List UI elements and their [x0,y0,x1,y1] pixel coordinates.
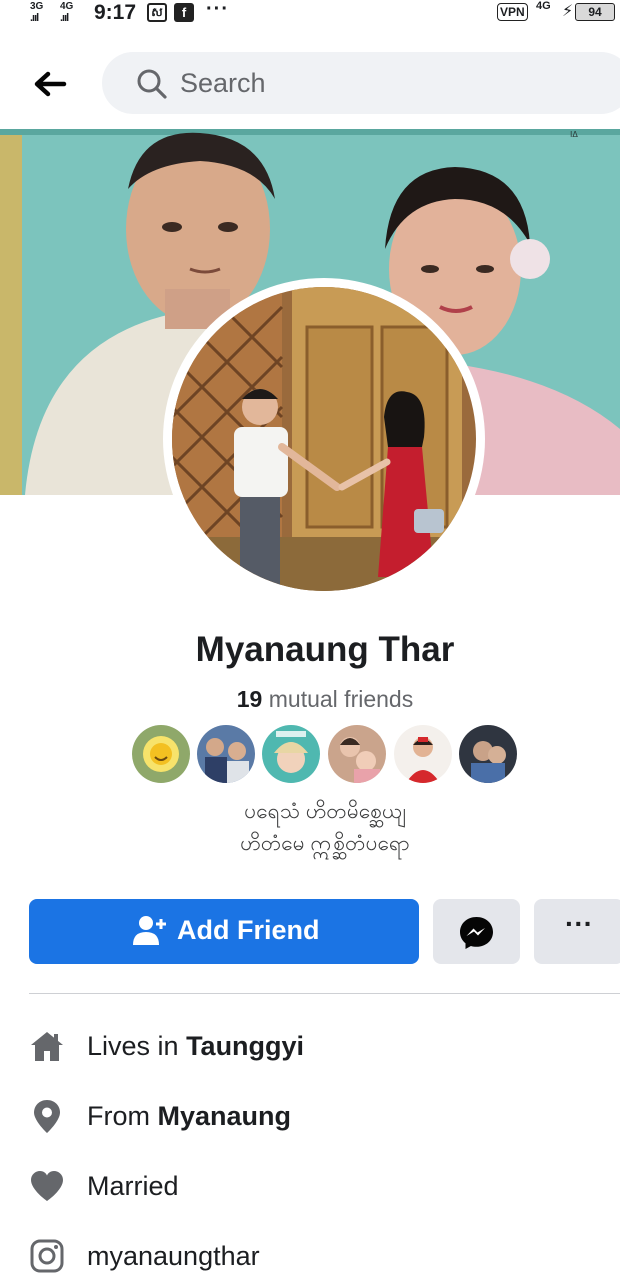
mutual-friend-avatar[interactable] [262,725,320,783]
signal-4g-label: 4G [60,1,74,12]
battery-indicator: 94 [575,3,615,21]
detail-instagram-link[interactable]: myanaungthar [87,1241,260,1272]
back-button[interactable] [30,64,70,104]
profile-bio: ပရေသံ ဟိတမိစ္ဆေယျ ဟိတံမေ ဣစ္ဆိတံပရော [0,796,620,860]
add-friend-label: Add Friend [177,915,320,945]
detail-relationship-text: Married [87,1171,179,1201]
location-pin-icon [34,1100,60,1133]
more-options-button[interactable]: ··· [534,899,620,964]
more-notifications-icon: ··· [206,0,229,20]
profile-name: Myanaung Thar [195,630,455,669]
detail-relationship: Married [29,1166,620,1210]
detail-lives-prefix: Lives in [87,1031,187,1061]
status-time: 9:17 [94,1,137,24]
signal-3g-label: 3G [30,1,44,12]
more-options-icon: ··· [565,908,593,939]
detail-from-prefix: From [87,1101,158,1131]
svg-text:ΙΔ: ΙΔ [570,130,578,139]
home-icon [31,1032,63,1061]
mutual-friend-avatar[interactable] [459,725,517,783]
detail-lives-in: Lives in Taunggyi [29,1026,620,1070]
signal-4g-icon: 4G .ııl [60,1,74,24]
arrow-left-icon [34,71,67,97]
instagram-icon [30,1239,64,1273]
detail-from: From Myanaung [29,1096,620,1140]
vpn-indicator: VPN [497,3,528,21]
person-add-icon [133,916,166,945]
signal-3g-icon: 3G .ııl [30,1,44,24]
network-4g-indicator: 4G [536,0,551,12]
search-input[interactable]: Search [102,52,620,114]
heart-icon [31,1171,63,1201]
bio-line: ပရေသံ ဟိတမိစ္ဆေယျ [244,800,406,823]
profile-picture-image [172,287,476,591]
charging-icon: ⚡ [562,3,574,20]
messenger-icon [460,917,493,949]
facebook-notification-icon: f [174,3,194,22]
mutual-friend-avatar[interactable] [197,725,255,783]
mutual-friends-link[interactable]: 19 mutual friends [0,686,620,713]
mutual-friends-label: mutual friends [262,686,414,712]
mutual-friends-count: 19 [236,686,263,712]
add-friend-button[interactable]: Add Friend [29,899,419,964]
mutual-friend-avatar[interactable] [394,725,452,783]
search-icon [137,69,167,99]
bio-line: ဟိတံမေ ဣစ္ဆိတံပရော [240,832,410,855]
section-divider [29,993,620,994]
status-bar: 3G .ııl 4G .ııl 9:17 ស f ··· VPN 4G ⚡ 94 [0,0,620,30]
detail-lives-value[interactable]: Taunggyi [186,1031,304,1061]
message-button[interactable] [433,899,520,964]
profile-picture[interactable] [163,278,485,600]
mutual-friend-avatar[interactable] [328,725,386,783]
detail-instagram: myanaungthar [29,1236,620,1280]
mutual-friend-avatar[interactable] [132,725,190,783]
detail-from-value[interactable]: Myanaung [158,1101,292,1131]
search-placeholder: Search [180,68,266,98]
sim-notification-icon: ស [147,3,167,22]
